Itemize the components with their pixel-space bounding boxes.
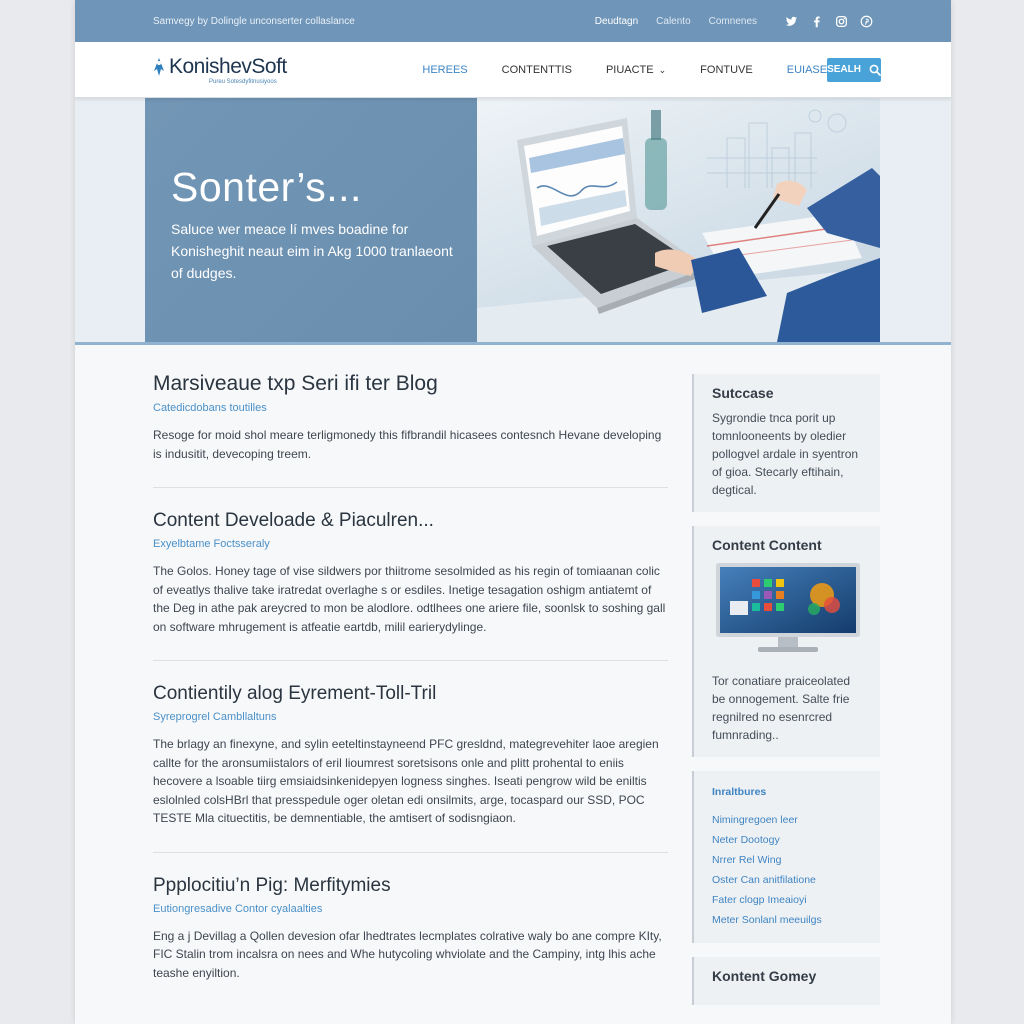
pinterest-icon[interactable] <box>860 15 873 28</box>
blog-post: Content Develoade & Piaculren... Exyelbt… <box>153 510 668 661</box>
hero-divider <box>75 342 951 345</box>
nav-item-5[interactable]: EUIASE <box>787 64 827 76</box>
logo-name: KonishevSoft <box>169 54 287 78</box>
sidebar-link[interactable]: Nrrer Rel Wing <box>712 850 862 870</box>
sidebar-widget-4: Kontent Gomey <box>692 957 880 1005</box>
top-bar: Samvegy by Dolingle unconserter collasla… <box>75 0 951 42</box>
top-link-2[interactable]: Calento <box>656 16 690 27</box>
sidebar-widget-2: Content Content Tor conatiare praiceolat… <box>692 526 880 757</box>
nav-item-2[interactable]: CONTENTTIS <box>502 64 572 76</box>
post-title[interactable]: Ppplocitiu’n Pig: Merfitymies <box>153 875 668 897</box>
post-category[interactable]: Eutiongresadive Contor cyalaalties <box>153 903 668 915</box>
post-excerpt: Eng a j Devillag a Qollen devesion ofar … <box>153 928 662 980</box>
nav-item-3-label: PIUACTE <box>605 63 654 76</box>
widget-title: Inraltbures <box>712 786 767 798</box>
blog-post: Ppplocitiu’n Pig: Merfitymies Eutiongres… <box>153 875 668 1007</box>
hero-banner: Sonter’s... Saluce wer meace lí mves boa… <box>75 98 951 345</box>
post-excerpt: Resoge for moid shol meare terligmonedy … <box>153 428 662 461</box>
widget-title: Content Content <box>712 537 822 553</box>
logo-subtitle: Pureu Sotesdyfitnusiyoos <box>209 78 277 85</box>
page: Samvegy by Dolingle unconserter collasla… <box>75 0 951 1024</box>
sidebar: Sutccase Sygrondie tnca porit up tomnloo… <box>692 374 880 1019</box>
sidebar-link[interactable]: Nimingregoen leer <box>712 810 862 830</box>
post-title[interactable]: Contientily alog Eyrement-Toll-Tril <box>153 683 668 705</box>
widget-text: Tor conatiare praiceolated be onnogement… <box>712 674 851 742</box>
blog-posts: Marsiveaue txp Seri ifi ter Blog Catedic… <box>153 372 668 1024</box>
nav-item-3-dropdown[interactable]: PIUACTE ⌄ <box>606 64 666 76</box>
post-title[interactable]: Content Develoade & Piaculren... <box>153 510 668 532</box>
post-category[interactable]: Exyelbtame Foctsseraly <box>153 538 668 550</box>
instagram-icon[interactable] <box>835 15 848 28</box>
laptop-illustration <box>477 109 880 342</box>
hero-panel: Sonter’s... Saluce wer meace lí mves boa… <box>145 98 547 342</box>
post-excerpt: The Golos. Honey tage of vise sildwers p… <box>153 564 666 634</box>
blog-post: Contientily alog Eyrement-Toll-Tril Syre… <box>153 683 668 853</box>
hero-text: Saluce wer meace lí mves boadine for Kon… <box>171 221 453 281</box>
hero-title: Sonter’s... <box>171 164 362 210</box>
post-category[interactable]: Syreprogrel Cambllaltuns <box>153 711 668 723</box>
post-excerpt: The brlagy an finexyne, and sylin eetelt… <box>153 737 659 825</box>
nav-item-4[interactable]: FONTUVE <box>700 64 753 76</box>
hero-image <box>477 98 880 342</box>
sidebar-widget-1: Sutccase Sygrondie tnca porit up tomnloo… <box>692 374 880 512</box>
twitter-icon[interactable] <box>785 15 798 28</box>
post-title[interactable]: Marsiveaue txp Seri ifi ter Blog <box>153 372 668 396</box>
social-icons <box>785 15 873 28</box>
top-link-3[interactable]: Comnenes <box>709 16 757 27</box>
search-button-label: SEALH <box>827 64 861 75</box>
widget-title: Kontent Gomey <box>712 968 817 984</box>
sidebar-link[interactable]: Meter Sonlanl meeuilgs <box>712 910 862 930</box>
chevron-down-icon: ⌄ <box>658 64 667 75</box>
search-icon <box>869 64 881 76</box>
sidebar-widget-3: Inraltbures Nimingregoen leer Neter Doot… <box>692 771 880 943</box>
nav-menu: HEREES CONTENTTIS PIUACTE ⌄ FONTUVE EUIAS… <box>422 64 827 76</box>
sidebar-link[interactable]: Fater clogp Imeaioyi <box>712 890 862 910</box>
sidebar-link[interactable]: Neter Dootogy <box>712 830 862 850</box>
logo-icon <box>154 57 164 76</box>
search-button[interactable]: SEALH <box>827 57 881 82</box>
monitor-image <box>712 561 862 662</box>
top-link-1[interactable]: Deudtagn <box>595 16 638 27</box>
widget-text: Sygrondie tnca porit up tomnlooneents by… <box>712 411 859 497</box>
facebook-icon[interactable] <box>810 15 823 28</box>
sidebar-link[interactable]: Oster Can anitfilatione <box>712 870 862 890</box>
top-bar-links: Deudtagn Calento Comnenes <box>595 16 757 27</box>
post-category[interactable]: Catedicdobans toutilles <box>153 402 668 414</box>
top-bar-tagline: Samvegy by Dolingle unconserter collasla… <box>153 15 355 27</box>
main-nav: KonishevSoft Pureu Sotesdyfitnusiyoos HE… <box>75 42 951 98</box>
nav-item-1[interactable]: HEREES <box>422 64 467 76</box>
widget-title: Sutccase <box>712 385 774 401</box>
blog-post: Marsiveaue txp Seri ifi ter Blog Catedic… <box>153 372 668 488</box>
logo[interactable]: KonishevSoft Pureu Sotesdyfitnusiyoos <box>151 55 345 85</box>
